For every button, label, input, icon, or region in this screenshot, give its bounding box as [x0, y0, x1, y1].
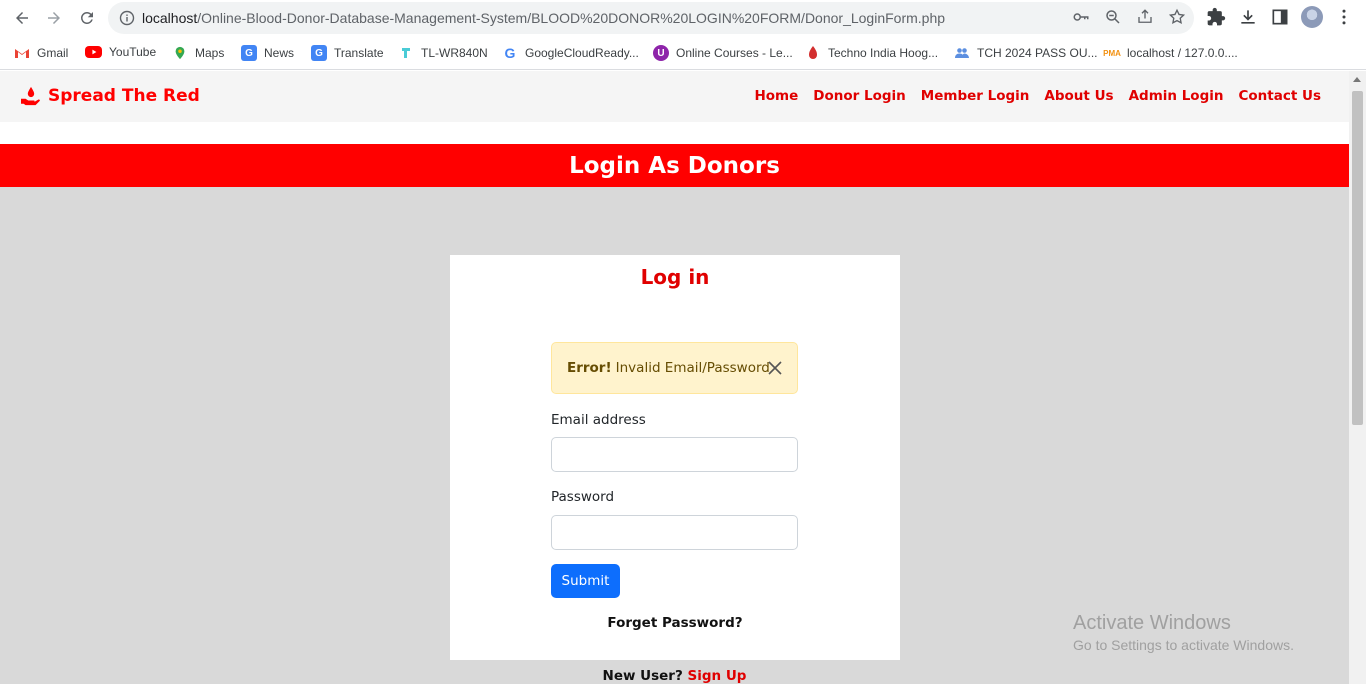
submit-button[interactable]: Submit	[551, 564, 620, 598]
nav-contact-us[interactable]: Contact Us	[1238, 88, 1321, 104]
nav-home[interactable]: Home	[754, 88, 798, 104]
reload-icon	[80, 11, 93, 24]
bookmark-tch-2024[interactable]: TCH 2024 PASS OU...	[954, 45, 1098, 61]
site-navbar: Spread The Red Home Donor Login Member L…	[0, 71, 1349, 122]
scrollbar-thumb[interactable]	[1352, 91, 1363, 425]
side-panel-icon[interactable]	[1269, 6, 1291, 28]
maps-icon	[172, 45, 188, 61]
profile-avatar[interactable]	[1301, 6, 1323, 28]
nav-member-login[interactable]: Member Login	[921, 88, 1030, 104]
main-menu: Home Donor Login Member Login About Us A…	[754, 88, 1321, 104]
alert-message: Invalid Email/Password	[615, 360, 770, 376]
forgot-password-link[interactable]: Forget Password?	[450, 615, 900, 631]
google-icon: G	[504, 45, 516, 61]
login-title: Log in	[640, 265, 710, 289]
arrow-right-icon	[48, 12, 60, 24]
bookmark-gmail[interactable]: Gmail	[14, 45, 68, 61]
email-field[interactable]	[551, 437, 798, 472]
brand-logo[interactable]: Spread The Red	[20, 86, 200, 106]
page-banner: Login As Donors	[0, 144, 1349, 187]
blood-drop-hand-icon	[21, 86, 40, 106]
watermark-line2: Go to Settings to activate Windows.	[1073, 637, 1294, 653]
browser-toolbar: localhost/Online-Blood-Donor-Database-Ma…	[0, 0, 1366, 36]
arrow-left-icon	[16, 12, 28, 24]
login-card: Log in Error! Invalid Email/Password Ema…	[450, 255, 900, 660]
key-icon[interactable]	[1072, 8, 1090, 26]
youtube-icon	[85, 46, 102, 58]
bookmark-tplink[interactable]: TL-WR840N	[398, 45, 488, 61]
zoom-icon[interactable]	[1104, 8, 1122, 26]
extensions-icon[interactable]	[1205, 6, 1227, 28]
nav-admin-login[interactable]: Admin Login	[1129, 88, 1224, 104]
bookmarks-bar: Gmail YouTube Maps G News G Translate TL…	[0, 36, 1366, 70]
sign-up-link[interactable]: Sign Up	[688, 668, 747, 684]
share-icon[interactable]	[1136, 8, 1154, 26]
windows-activation-watermark: Activate Windows Go to Settings to activ…	[1073, 612, 1294, 653]
bookmark-online-courses[interactable]: U Online Courses - Le...	[653, 45, 793, 61]
bookmark-maps[interactable]: Maps	[172, 45, 224, 61]
bookmark-youtube[interactable]: YouTube	[85, 45, 156, 59]
page-scrollbar[interactable]	[1349, 71, 1366, 684]
new-user-prompt: New User? Sign Up	[0, 668, 1349, 684]
bookmark-localhost[interactable]: PMA localhost / 127.0.0....	[1103, 45, 1238, 61]
menu-kebab-icon[interactable]	[1333, 6, 1355, 28]
new-user-text: New User?	[602, 668, 683, 684]
bookmark-translate[interactable]: G Translate	[311, 45, 384, 61]
download-icon[interactable]	[1237, 6, 1259, 28]
close-icon[interactable]	[767, 360, 783, 376]
gmail-icon	[14, 45, 30, 61]
techno-india-icon	[805, 45, 821, 61]
phpmyadmin-icon: PMA	[1103, 48, 1121, 58]
password-label: Password	[551, 489, 615, 505]
info-icon[interactable]	[119, 10, 135, 26]
alert-strong: Error!	[567, 360, 612, 376]
translate-icon: G	[311, 45, 327, 61]
address-bar[interactable]: localhost/Online-Blood-Donor-Database-Ma…	[108, 2, 1194, 34]
brand-name: Spread The Red	[48, 86, 200, 106]
bookmark-googlecloud[interactable]: G GoogleCloudReady...	[502, 45, 639, 61]
bookmark-star-icon[interactable]	[1168, 8, 1186, 26]
courses-icon: U	[653, 45, 669, 61]
forward-button[interactable]	[42, 6, 66, 30]
bookmark-techno-india[interactable]: Techno India Hoog...	[805, 45, 938, 61]
password-field[interactable]	[551, 515, 798, 550]
watermark-line1: Activate Windows	[1073, 612, 1231, 634]
nav-donor-login[interactable]: Donor Login	[813, 88, 906, 104]
page-viewport: Spread The Red Home Donor Login Member L…	[0, 71, 1366, 684]
news-icon: G	[241, 45, 257, 61]
back-button[interactable]	[10, 6, 34, 30]
people-icon	[954, 45, 970, 61]
bookmark-news[interactable]: G News	[241, 45, 294, 61]
url-text: localhost/Online-Blood-Donor-Database-Ma…	[142, 10, 946, 26]
email-label: Email address	[551, 412, 646, 428]
tplink-icon	[398, 45, 414, 61]
nav-about-us[interactable]: About Us	[1044, 88, 1113, 104]
error-alert: Error! Invalid Email/Password	[551, 342, 798, 394]
scroll-up-arrow-icon[interactable]	[1353, 77, 1361, 82]
reload-button[interactable]	[75, 6, 99, 30]
